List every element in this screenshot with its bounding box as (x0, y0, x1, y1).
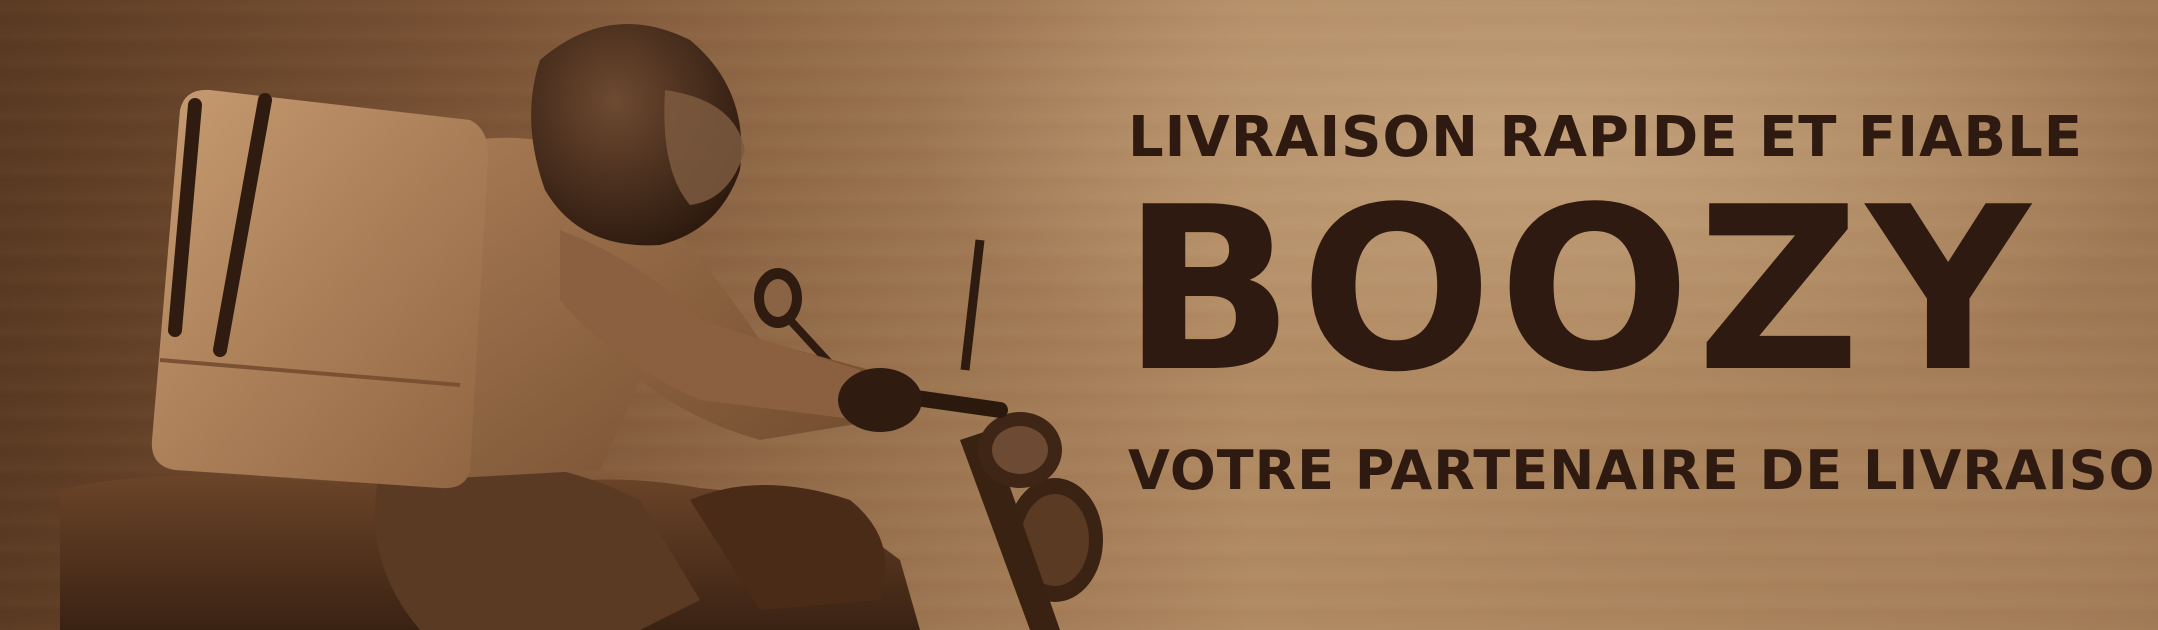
banner-text: LIVRAISON RAPIDE ET FIABLE BOOZY VOTRE P… (1122, 105, 2158, 502)
subtitle: VOTRE PARTENAIRE DE LIVRAISON (1128, 439, 2158, 502)
delivery-bag-icon (151, 89, 489, 489)
delivery-rider-illustration (60, 24, 1103, 630)
tagline: LIVRAISON RAPIDE ET FIABLE (1128, 105, 2084, 170)
brand-name: BOOZY (1122, 159, 2037, 422)
hero-banner: LIVRAISON RAPIDE ET FIABLE BOOZY VOTRE P… (0, 0, 2158, 630)
